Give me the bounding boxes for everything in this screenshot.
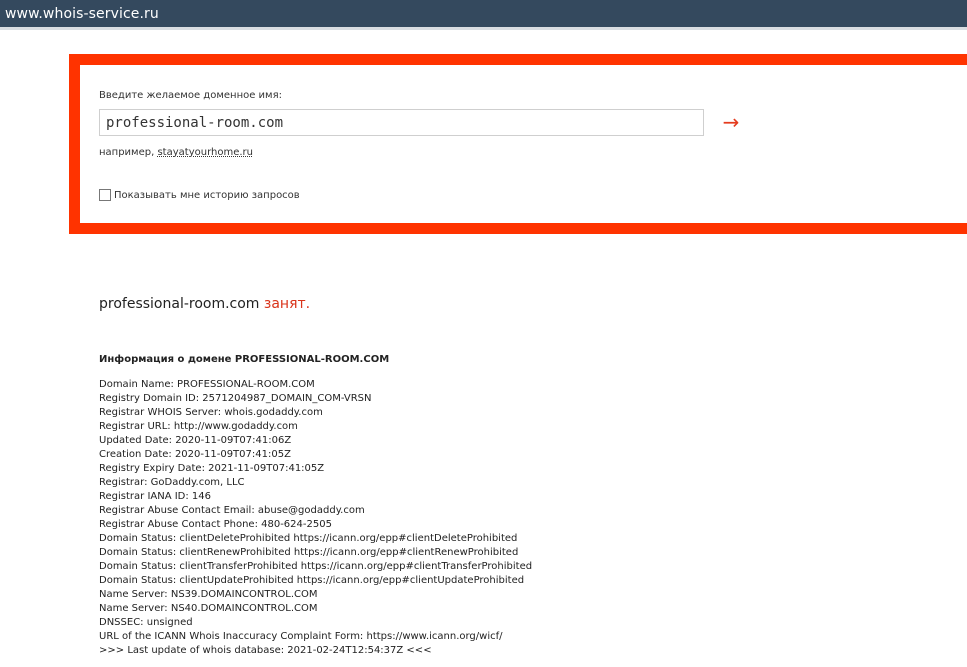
whois-line: >>> Last update of whois database: 2021-… (99, 645, 432, 656)
whois-line: Registrar: GoDaddy.com, LLC (99, 477, 245, 488)
example-domain-link[interactable]: stayatyourhome.ru (157, 147, 253, 158)
whois-line: Registry Expiry Date: 2021-11-09T07:41:0… (99, 463, 325, 474)
domain-search-panel: Введите желаемое доменное имя: → наприме… (69, 54, 967, 234)
domain-input-label: Введите желаемое доменное имя: (99, 90, 282, 101)
whois-line: Name Server: NS39.DOMAINCONTROL.COM (99, 589, 318, 600)
whois-line: DNSSEC: unsigned (99, 617, 193, 628)
submit-arrow-button[interactable]: → (717, 109, 745, 136)
result-domain: professional-room.com (99, 296, 260, 312)
whois-line: Registrar Abuse Contact Email: abuse@god… (99, 505, 365, 516)
history-checkbox[interactable] (99, 189, 111, 201)
whois-line: Updated Date: 2020-11-09T07:41:06Z (99, 435, 292, 446)
domain-input[interactable] (99, 109, 704, 136)
whois-line: Domain Status: clientTransferProhibited … (99, 561, 533, 572)
domain-info-heading: Информация о домене PROFESSIONAL-ROOM.CO… (99, 354, 390, 365)
availability-result: professional-room.com занят. (99, 296, 310, 312)
address-bar[interactable]: www.whois-service.ru (0, 0, 967, 30)
whois-line: Name Server: NS40.DOMAINCONTROL.COM (99, 603, 318, 614)
whois-line: Creation Date: 2020-11-09T07:41:05Z (99, 449, 291, 460)
whois-line: URL of the ICANN Whois Inaccuracy Compla… (99, 631, 503, 642)
whois-line: Registrar WHOIS Server: whois.godaddy.co… (99, 407, 323, 418)
whois-line: Domain Status: clientDeleteProhibited ht… (99, 533, 518, 544)
whois-line: Registrar IANA ID: 146 (99, 491, 212, 502)
whois-line: Domain Name: PROFESSIONAL-ROOM.COM (99, 379, 315, 390)
whois-line: Registrar Abuse Contact Phone: 480-624-2… (99, 519, 332, 530)
example-hint: например, stayatyourhome.ru (99, 147, 253, 158)
whois-record: Domain Name: PROFESSIONAL-ROOM.COM Regist… (99, 378, 532, 658)
whois-line: Domain Status: clientRenewProhibited htt… (99, 547, 519, 558)
example-prefix: например, (99, 147, 155, 158)
address-bar-url[interactable]: www.whois-service.ru (5, 6, 159, 22)
history-checkbox-label[interactable]: Показывать мне историю запросов (114, 190, 300, 201)
whois-line: Registrar URL: http://www.godaddy.com (99, 421, 298, 432)
result-status: занят. (263, 296, 311, 312)
whois-line: Registry Domain ID: 2571204987_DOMAIN_CO… (99, 393, 372, 404)
whois-line: Domain Status: clientUpdateProhibited ht… (99, 575, 525, 586)
history-toggle[interactable]: Показывать мне историю запросов (99, 189, 300, 201)
